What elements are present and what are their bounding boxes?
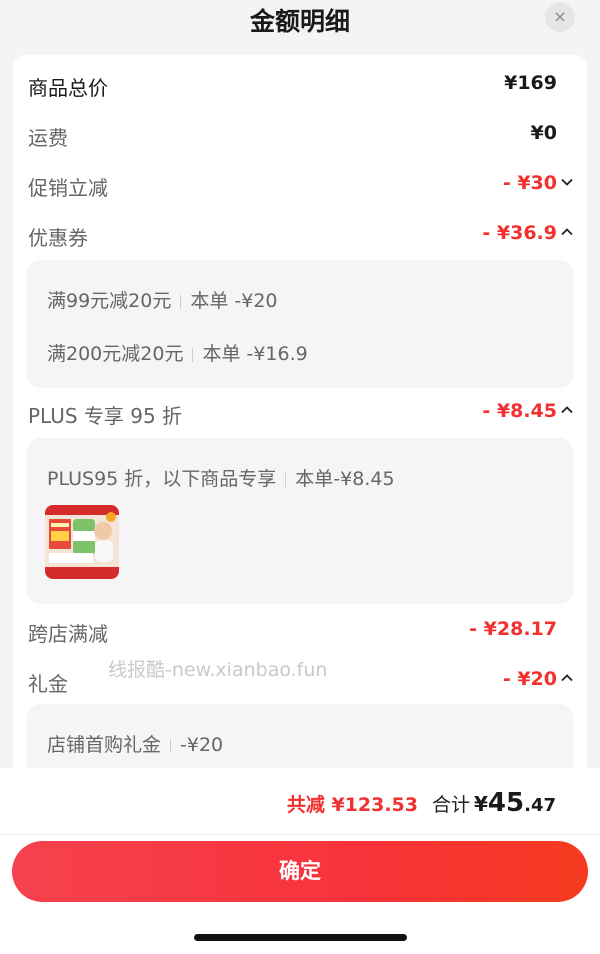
close-icon[interactable]: ×	[545, 2, 575, 32]
row-coupon[interactable]: 优惠券 - ¥36.9	[13, 217, 587, 253]
total-decimal: .47	[524, 795, 556, 816]
coupon-label: 优惠券	[28, 226, 88, 250]
home-indicator	[194, 934, 407, 941]
goods-total-label: 商品总价	[28, 76, 108, 100]
gift-detail-name: 店铺首购礼金	[47, 734, 162, 756]
chevron-up-icon[interactable]	[559, 225, 575, 241]
divider	[170, 738, 172, 753]
total-currency: ¥	[474, 792, 488, 816]
gift-detail-value: -¥20	[180, 734, 224, 756]
divider	[192, 347, 194, 362]
promo-label: 促销立减	[28, 176, 108, 200]
total-label: 合计	[431, 794, 470, 816]
coupon-value: 本单 -¥16.9	[202, 343, 308, 365]
product-thumbnail[interactable]	[45, 505, 119, 579]
plus-detail-name: PLUS95 折，以下商品专享	[47, 468, 277, 490]
footer-bar: 共减 ¥123.53 合计 ¥ 45 .47 确定	[0, 768, 600, 954]
cross-store-label: 跨店满减	[28, 622, 108, 646]
row-goods-total: 商品总价 ¥169	[13, 67, 587, 103]
totals-summary: 共减 ¥123.53 合计 ¥ 45 .47	[287, 788, 556, 818]
sheet-header: 金额明细 ×	[0, 0, 600, 52]
gift-label: 礼金	[28, 672, 68, 696]
plus-detail-box: PLUS95 折，以下商品专享 本单-¥8.45	[27, 438, 573, 604]
chevron-up-icon[interactable]	[559, 671, 575, 687]
shipping-amount: ¥0	[530, 122, 557, 144]
divider	[180, 294, 182, 309]
coupon-amount: - ¥36.9	[482, 222, 557, 244]
chevron-down-icon[interactable]	[559, 175, 575, 191]
row-promo[interactable]: 促销立减 - ¥30	[13, 167, 587, 203]
coupon-name: 满99元减20元	[47, 290, 172, 312]
plus-detail-value: 本单-¥8.45	[295, 468, 395, 490]
shipping-label: 运费	[28, 126, 68, 150]
sheet-title: 金额明细	[249, 7, 350, 36]
coupon-detail-box: 满99元减20元 本单 -¥20 满200元减20元 本单 -¥16.9	[27, 260, 573, 388]
row-cross-store: 跨店满减 - ¥28.17	[13, 613, 587, 649]
coupon-value: 本单 -¥20	[190, 290, 278, 312]
coupon-detail-item: 满200元减20元 本单 -¥16.9	[47, 339, 308, 366]
plus-amount: - ¥8.45	[482, 400, 557, 422]
row-plus[interactable]: PLUS 专享 95 折 - ¥8.45	[13, 395, 587, 431]
total-integer: 45	[487, 788, 525, 818]
divider	[285, 472, 287, 487]
cross-store-amount: - ¥28.17	[469, 618, 557, 640]
plus-detail-item: PLUS95 折，以下商品专享 本单-¥8.45	[47, 464, 395, 491]
promo-amount: - ¥30	[502, 172, 557, 194]
gift-detail-item: 店铺首购礼金 -¥20	[47, 730, 223, 757]
watermark: 线报酷-new.xianbao.fun	[108, 659, 328, 681]
confirm-button[interactable]: 确定	[12, 841, 588, 902]
total-saved: 共减 ¥123.53	[286, 794, 418, 816]
chevron-up-icon[interactable]	[559, 403, 575, 419]
footer-divider	[0, 834, 600, 835]
coupon-name: 满200元减20元	[47, 343, 184, 365]
plus-label: PLUS 专享 95 折	[28, 404, 183, 428]
gift-amount: - ¥20	[502, 668, 557, 690]
row-shipping: 运费 ¥0	[13, 117, 587, 153]
coupon-detail-item: 满99元减20元 本单 -¥20	[47, 286, 278, 313]
goods-total-amount: ¥169	[504, 72, 557, 94]
gift-detail-box: 店铺首购礼金 -¥20	[27, 704, 573, 775]
